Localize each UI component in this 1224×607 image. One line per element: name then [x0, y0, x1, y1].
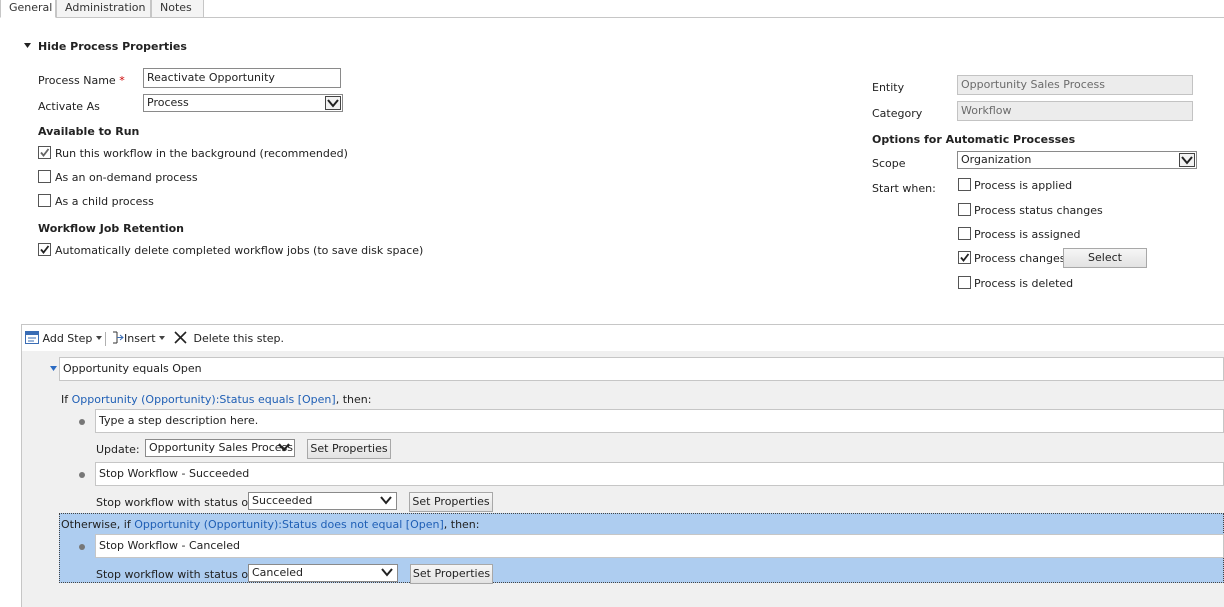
stop-succeeded-title-field[interactable]: Stop Workflow - Succeeded [95, 462, 1224, 486]
select-attributes-button[interactable]: Select [1063, 248, 1147, 268]
background-checkbox-label: Run this workflow in the background (rec… [55, 147, 348, 160]
if-suffix: , then: [335, 393, 372, 406]
required-mark: * [119, 74, 125, 87]
on-demand-checkbox-label: As an on-demand process [55, 171, 198, 184]
otherwise-condition-line: Otherwise, if Opportunity (Opportunity):… [61, 518, 480, 531]
condition-title-field[interactable]: Opportunity equals Open [59, 357, 1224, 381]
automatic-options-heading: Options for Automatic Processes [872, 133, 1076, 146]
background-checkbox[interactable] [38, 146, 51, 159]
update-entity-value: Opportunity Sales Process [149, 441, 294, 454]
trigger-deleted-label: Process is deleted [974, 277, 1074, 290]
trigger-deleted-checkbox[interactable] [958, 276, 971, 289]
chevron-down-icon [380, 566, 396, 580]
activate-as-label: Activate As [38, 100, 100, 113]
dropdown-caret-icon [159, 336, 166, 340]
update-entity-select[interactable]: Opportunity Sales Process [145, 439, 295, 457]
process-name-label: Process Name * [38, 74, 125, 87]
stop-canceled-title-field[interactable]: Stop Workflow - Canceled [95, 534, 1224, 558]
check-icon [40, 245, 50, 254]
scope-select[interactable]: Organization [957, 151, 1197, 169]
tab-notes[interactable]: Notes [151, 0, 204, 18]
stop-status-label-canceled: Stop workflow with status of: [96, 568, 256, 581]
activate-as-select[interactable]: Process [143, 94, 343, 112]
step-description-field[interactable]: Type a step description here. [95, 409, 1224, 433]
collapse-triangle-icon [24, 43, 31, 48]
stop-status-succeeded-select[interactable]: Succeeded [248, 492, 397, 510]
toolbar-separator [105, 332, 106, 346]
trigger-changes-checkbox[interactable] [958, 251, 971, 264]
trigger-changes-label: Process changes [974, 252, 1066, 265]
hide-properties-label: Hide Process Properties [38, 40, 187, 53]
delete-step-label: Delete this step. [193, 332, 285, 345]
trigger-applied-checkbox[interactable] [958, 178, 971, 191]
chevron-down-icon [1179, 153, 1195, 167]
dropdown-caret-icon [95, 336, 102, 340]
if-prefix: If [61, 393, 72, 406]
set-properties-button-canceled[interactable]: Set Properties [410, 564, 493, 584]
update-label: Update: [96, 443, 140, 456]
otherwise-prefix: Otherwise, if [61, 518, 135, 531]
job-retention-heading: Workflow Job Retention [38, 222, 184, 235]
trigger-assigned-label: Process is assigned [974, 228, 1081, 241]
tab-strip: General Administration Notes [0, 0, 1224, 18]
trigger-status-changes-checkbox[interactable] [958, 203, 971, 216]
trigger-status-changes-label: Process status changes [974, 204, 1103, 217]
auto-delete-checkbox-label: Automatically delete completed workflow … [55, 244, 424, 257]
process-name-input[interactable]: Reactivate Opportunity [143, 68, 341, 88]
chevron-down-icon [379, 494, 395, 508]
category-field: Workflow [957, 101, 1193, 121]
step-bullet-icon [79, 472, 85, 478]
category-label: Category [872, 107, 923, 120]
available-to-run-heading: Available to Run [38, 125, 140, 138]
tab-administration-label: Administration [65, 1, 146, 14]
start-when-label: Start when: [872, 182, 936, 195]
if-condition-line: If Opportunity (Opportunity):Status equa… [61, 393, 371, 406]
tab-general[interactable]: General [0, 0, 56, 18]
child-process-checkbox-label: As a child process [55, 195, 154, 208]
check-icon [960, 253, 970, 262]
scope-label: Scope [872, 157, 906, 170]
trigger-applied-label: Process is applied [974, 179, 1073, 192]
entity-label: Entity [872, 81, 905, 94]
delete-step-button[interactable]: Delete this step. [174, 331, 284, 345]
set-properties-button-succeeded[interactable]: Set Properties [409, 492, 493, 512]
stop-status-canceled-select[interactable]: Canceled [248, 564, 398, 582]
add-step-label: Add Step [42, 332, 93, 345]
collapse-condition-icon[interactable] [50, 366, 58, 372]
tab-administration[interactable]: Administration [56, 0, 151, 18]
auto-delete-checkbox[interactable] [38, 243, 51, 256]
otherwise-condition-link[interactable]: Opportunity (Opportunity):Status does no… [134, 518, 444, 531]
chevron-down-icon [325, 96, 341, 110]
on-demand-checkbox[interactable] [38, 170, 51, 183]
chevron-down-icon [277, 441, 293, 455]
otherwise-suffix: , then: [443, 518, 480, 531]
add-step-button[interactable]: Add Step [25, 331, 103, 345]
step-bullet-icon [79, 544, 85, 550]
activate-as-value: Process [147, 96, 189, 109]
step-bullet-icon [79, 419, 85, 425]
child-process-checkbox[interactable] [38, 194, 51, 207]
set-properties-button-update[interactable]: Set Properties [307, 439, 391, 459]
process-name-label-text: Process Name [38, 74, 116, 87]
entity-field: Opportunity Sales Process [957, 75, 1193, 95]
trigger-assigned-checkbox[interactable] [958, 227, 971, 240]
stop-status-canceled-value: Canceled [252, 566, 304, 579]
tab-notes-label: Notes [160, 1, 192, 14]
insert-icon [113, 331, 124, 344]
delete-x-icon [174, 331, 187, 344]
stop-status-label: Stop workflow with status of: [96, 496, 256, 509]
scope-value: Organization [961, 153, 1032, 166]
if-condition-link[interactable]: Opportunity (Opportunity):Status equals … [72, 393, 336, 406]
tab-general-label: General [9, 1, 53, 14]
insert-label: Insert [124, 332, 156, 345]
add-step-icon [25, 331, 39, 344]
stop-status-succeeded-value: Succeeded [252, 494, 313, 507]
check-icon [40, 148, 50, 157]
insert-button[interactable]: Insert [112, 331, 166, 345]
